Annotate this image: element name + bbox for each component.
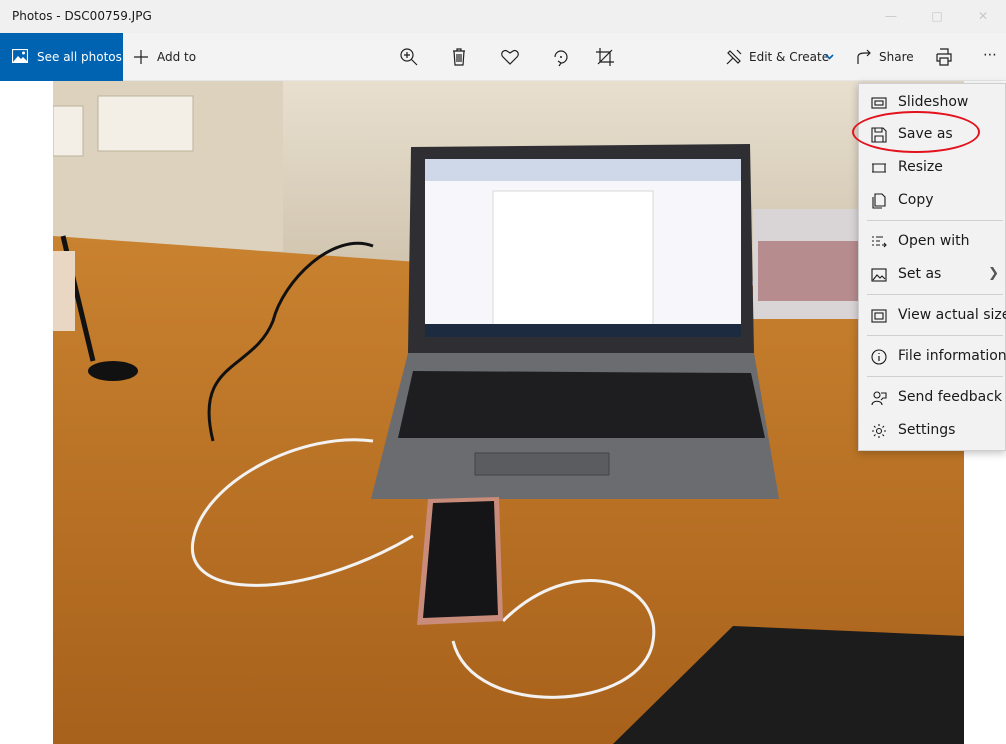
edit-icon (726, 49, 742, 65)
toolbar: See all photos Add to Edit & Create Shar… (0, 33, 1006, 81)
delete-icon[interactable] (449, 47, 469, 67)
see-all-photos-button[interactable]: See all photos (0, 33, 123, 81)
menu-item-set-as[interactable]: Set as ❯ (859, 258, 1006, 291)
menu-divider (867, 220, 1003, 221)
menu-item-label: File information (898, 348, 1006, 364)
share-label: Share (879, 50, 914, 64)
menu-item-open-with[interactable]: Open with (859, 225, 1006, 258)
window-title: Photos - DSC00759.JPG (12, 9, 152, 23)
edit-create-label: Edit & Create (749, 50, 830, 64)
close-icon[interactable]: ✕ (960, 0, 1006, 33)
save-as-highlight-circle (852, 111, 980, 153)
add-to-label: Add to (157, 50, 197, 64)
menu-item-file-information[interactable]: File information (859, 340, 1006, 373)
menu-divider (867, 376, 1003, 377)
copy-icon (872, 193, 886, 209)
menu-divider (867, 294, 1003, 295)
more-icon[interactable]: ⋯ (981, 33, 1001, 81)
menu-item-settings[interactable]: Settings (859, 414, 1006, 447)
title-bar: Photos - DSC00759.JPG — □ ✕ (0, 0, 1006, 33)
minimize-icon[interactable]: — (868, 0, 914, 33)
set-as-icon (871, 268, 887, 282)
settings-icon (872, 424, 886, 438)
info-icon (871, 349, 887, 365)
menu-item-label: Set as (898, 266, 942, 282)
desk-photo (53, 81, 964, 744)
chevron-right-icon: ❯ (988, 266, 999, 281)
menu-item-label: Open with (898, 233, 970, 249)
menu-item-label: Send feedback (898, 389, 1003, 405)
slideshow-icon (871, 97, 887, 109)
edit-create-button[interactable]: Edit & Create (725, 33, 837, 81)
menu-item-label: View actual size (898, 307, 1006, 323)
favorite-icon[interactable] (500, 47, 520, 67)
open-with-icon (872, 236, 887, 248)
menu-item-resize[interactable]: Resize (859, 151, 1006, 184)
add-to-button[interactable]: Add to (133, 33, 203, 81)
crop-icon[interactable] (595, 47, 615, 67)
photo-image (53, 81, 964, 744)
share-button[interactable]: Share (856, 33, 916, 81)
menu-item-label: Settings (898, 422, 956, 438)
rotate-icon[interactable] (551, 47, 571, 67)
see-all-photos-label: See all photos (37, 50, 122, 64)
actual-size-icon (871, 309, 887, 323)
zoom-icon[interactable] (399, 47, 419, 67)
menu-divider (867, 335, 1003, 336)
resize-icon (872, 163, 886, 173)
menu-item-copy[interactable]: Copy (859, 184, 1006, 217)
maximize-icon[interactable]: □ (914, 0, 960, 33)
feedback-icon (871, 391, 887, 406)
menu-item-label: Resize (898, 159, 943, 175)
menu-item-label: Copy (898, 192, 934, 208)
menu-item-label: Slideshow (898, 94, 969, 110)
menu-item-send-feedback[interactable]: Send feedback (859, 381, 1006, 414)
chevron-down-icon (825, 54, 834, 60)
menu-item-view-actual-size[interactable]: View actual size (859, 299, 1006, 332)
share-icon (857, 49, 871, 64)
print-icon[interactable] (934, 47, 954, 67)
photos-icon (12, 49, 28, 63)
plus-icon (134, 50, 148, 64)
